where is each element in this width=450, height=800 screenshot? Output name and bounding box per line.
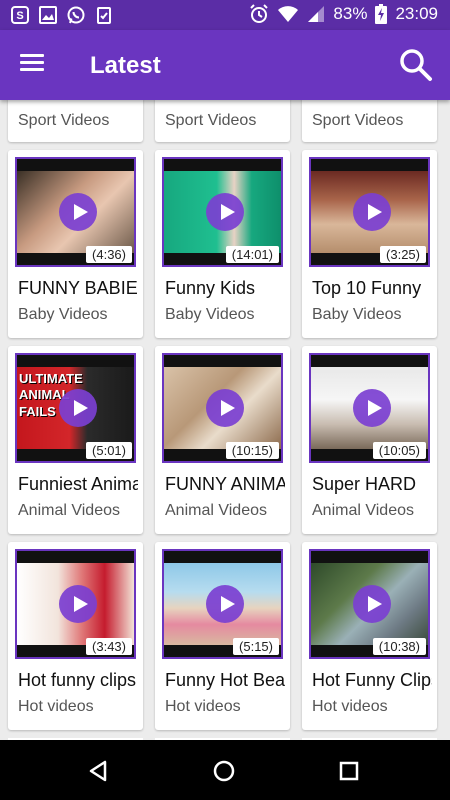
app-bar: Latest [0,30,450,100]
video-category: Sport Videos [312,112,404,129]
hamburger-icon [20,54,44,57]
video-category: Baby Videos [165,306,255,323]
gallery-icon [38,5,58,25]
video-duration: (5:15) [233,638,279,655]
play-icon [59,193,97,231]
clock: 23:09 [395,4,438,23]
play-icon [353,585,391,623]
clipboard-icon [94,5,114,25]
video-category: Hot videos [165,698,241,715]
play-icon [59,389,97,427]
video-thumbnail: (3:43) [15,549,136,659]
video-category: Animal Videos [18,502,120,519]
video-duration: (10:05) [372,442,426,459]
video-duration: (14:01) [225,246,279,263]
video-duration: (10:15) [225,442,279,459]
wifi-icon [278,6,299,22]
video-card[interactable]: (5:15) Funny Hot Beach Hot videos [155,542,290,730]
home-icon [213,760,235,782]
video-card[interactable]: Sport Videos [155,100,290,142]
video-category: Baby Videos [18,306,108,323]
search-icon [400,49,432,81]
video-category: Hot videos [312,698,388,715]
recents-icon [339,761,359,781]
video-duration: (4:36) [86,246,132,263]
play-icon [206,193,244,231]
alarm-icon [250,4,269,23]
video-card[interactable]: (3:43) Hot funny clips Hot videos [8,542,143,730]
skype-icon: S [10,5,30,25]
recents-button[interactable] [334,756,364,786]
video-title: Hot funny clips [18,670,137,690]
video-category: Baby Videos [312,306,402,323]
video-thumbnail: (14:01) [162,157,283,267]
video-title: Funny Kids [165,278,256,298]
video-category: Hot videos [18,698,94,715]
video-duration: (3:25) [380,246,426,263]
menu-button[interactable] [20,50,50,80]
video-category: Sport Videos [18,112,110,129]
video-card[interactable]: (4:36) FUNNY BABIES Baby Videos [8,150,143,338]
video-title: Super HARD [312,474,417,494]
video-card[interactable]: (14:01) Funny Kids Baby Videos [155,150,290,338]
whatsapp-icon [66,5,86,25]
video-card[interactable]: (10:05) Super HARD Animal Videos [302,346,437,534]
video-thumbnail: ULTIMATE ANIMAL FAILS (5:01) [15,353,136,463]
navigation-bar [0,740,450,800]
home-button[interactable] [209,756,239,786]
video-card[interactable]: (3:25) Top 10 Funny Baby Videos [302,150,437,338]
video-card[interactable]: Sport Videos [8,100,143,142]
video-thumbnail: (10:38) [309,549,430,659]
video-category: Sport Videos [165,112,257,129]
video-grid[interactable]: Sport Videos Sport Videos Sport Videos (… [0,100,450,740]
video-card[interactable]: ULTIMATE ANIMAL FAILS (5:01) Funniest An… [8,346,143,534]
video-duration: (10:38) [372,638,426,655]
video-title: FUNNY BABIES [18,278,138,298]
video-thumbnail: (10:05) [309,353,430,463]
video-title: Funny Hot Beach [165,670,285,690]
play-icon [206,389,244,427]
svg-text:S: S [16,10,23,22]
system-status: 83% 23:09 [249,4,438,24]
video-title: FUNNY ANIMALS [165,474,285,494]
video-thumbnail: (4:36) [15,157,136,267]
video-thumbnail: (10:15) [162,353,283,463]
play-icon [353,193,391,231]
battery-charging-icon [375,4,388,24]
video-category: Animal Videos [165,502,267,519]
signal-icon [308,6,325,22]
back-icon [89,760,107,782]
search-button[interactable] [398,47,434,83]
back-button[interactable] [84,756,114,786]
video-card[interactable]: Sport Videos [302,100,437,142]
video-title: Top 10 Funny [312,278,422,298]
video-title: Hot Funny Clips [312,670,432,690]
page-title: Latest [90,52,161,79]
video-thumbnail: (3:25) [309,157,430,267]
battery-percent: 83% [333,4,368,23]
status-bar: S 83% 23:09 [0,0,450,30]
video-category: Animal Videos [312,502,414,519]
play-icon [353,389,391,427]
play-icon [206,585,244,623]
video-thumbnail: (5:15) [162,549,283,659]
video-card[interactable]: (10:38) Hot Funny Clips Hot videos [302,542,437,730]
video-duration: (3:43) [86,638,132,655]
video-duration: (5:01) [86,442,132,459]
notification-icons: S [10,5,114,25]
video-card[interactable]: (10:15) FUNNY ANIMALS Animal Videos [155,346,290,534]
video-title: Funniest Animals [18,474,138,494]
play-icon [59,585,97,623]
